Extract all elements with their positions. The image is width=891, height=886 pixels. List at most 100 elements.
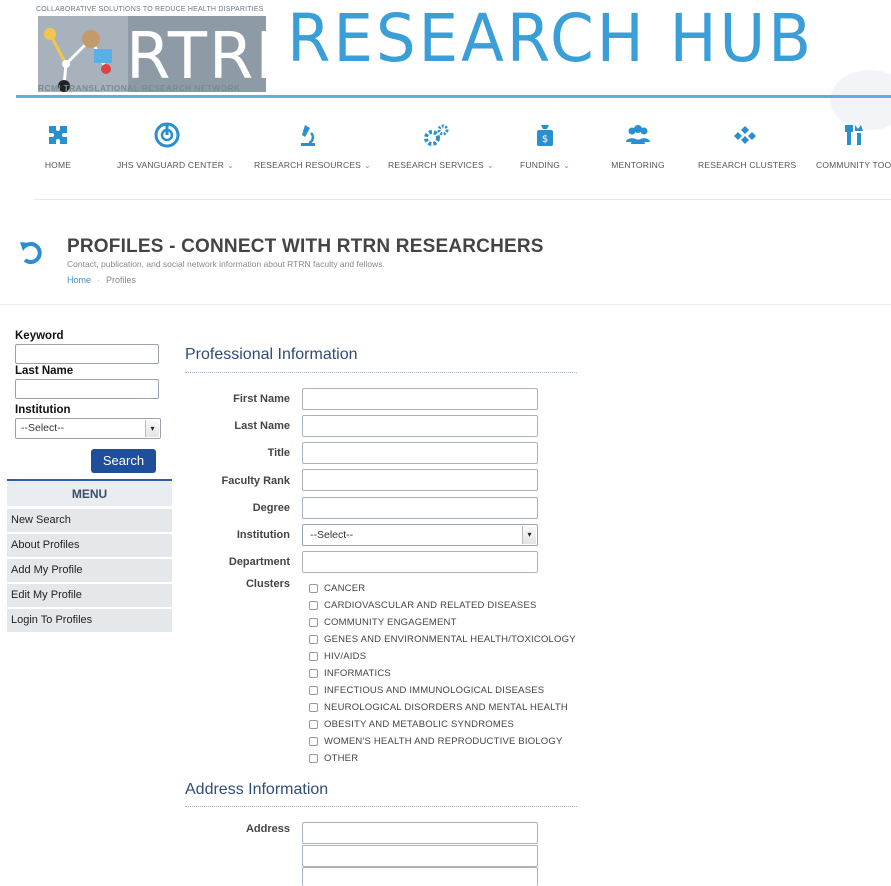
menu-item-about-profiles[interactable]: About Profiles bbox=[7, 534, 172, 557]
back-arrow-icon[interactable] bbox=[18, 238, 46, 266]
nav-research-resources[interactable]: RESEARCH RESOURCES ⌄ bbox=[254, 122, 371, 170]
degree-label: Degree bbox=[252, 502, 290, 514]
cluster-checkbox-cardiovascular[interactable]: CARDIOVASCULAR AND RELATED DISEASES bbox=[309, 600, 537, 611]
chevron-down-icon: ⌄ bbox=[486, 161, 494, 170]
nav-mentoring[interactable]: MENTORING bbox=[610, 122, 666, 170]
checkbox[interactable] bbox=[309, 720, 318, 729]
cluster-checkbox-neurological[interactable]: NEUROLOGICAL DISORDERS AND MENTAL HEALTH bbox=[309, 702, 568, 713]
cluster-label: INFECTIOUS AND IMMUNOLOGICAL DISEASES bbox=[324, 685, 545, 696]
tools-icon bbox=[839, 122, 869, 148]
power-icon bbox=[152, 122, 182, 148]
form-institution-value: --Select-- bbox=[310, 529, 354, 541]
keyword-input[interactable] bbox=[15, 344, 159, 364]
cluster-checkbox-informatics[interactable]: INFORMATICS bbox=[309, 668, 391, 679]
chevron-down-icon: ⌄ bbox=[227, 161, 234, 170]
keyword-label: Keyword bbox=[15, 330, 64, 342]
cluster-label: INFORMATICS bbox=[324, 668, 391, 679]
title-input[interactable] bbox=[302, 442, 538, 464]
nav-research-services[interactable]: RESEARCH SERVICES ⌄ bbox=[388, 122, 494, 170]
nav-label: FUNDING bbox=[520, 160, 561, 170]
gears-icon bbox=[422, 122, 452, 148]
department-input[interactable] bbox=[302, 551, 538, 573]
cluster-checkbox-infectious[interactable]: INFECTIOUS AND IMMUNOLOGICAL DISEASES bbox=[309, 685, 544, 696]
checkbox[interactable] bbox=[309, 686, 318, 695]
microscope-icon bbox=[293, 122, 323, 148]
institution-select[interactable]: --Select-- ▾ bbox=[15, 418, 161, 439]
header-decoration bbox=[830, 70, 891, 130]
form-institution-select[interactable]: --Select-- ▾ bbox=[302, 524, 538, 546]
cluster-checkbox-other[interactable]: OTHER bbox=[309, 753, 358, 764]
breadcrumb-home-link[interactable]: Home bbox=[67, 275, 91, 285]
checkbox[interactable] bbox=[309, 669, 318, 678]
first-name-input[interactable] bbox=[302, 388, 538, 410]
nav-label: MENTORING bbox=[611, 160, 665, 170]
checkbox[interactable] bbox=[309, 618, 318, 627]
chevron-down-icon: ⌄ bbox=[563, 161, 571, 170]
nav-label: HOME bbox=[44, 160, 72, 170]
menu-item-login[interactable]: Login To Profiles bbox=[7, 609, 172, 632]
logo-graphic: RTRN bbox=[38, 16, 303, 94]
nav-funding[interactable]: $ FUNDING ⌄ bbox=[520, 122, 570, 170]
cluster-checkbox-cancer[interactable]: CANCER bbox=[309, 583, 365, 594]
address-line-3-input[interactable] bbox=[302, 867, 538, 886]
page-title: PROFILES - CONNECT WITH RTRN RESEARCHERS bbox=[67, 236, 544, 257]
nav-label: RESEARCH SERVICES bbox=[388, 160, 484, 170]
cluster-checkbox-obesity[interactable]: OBESITY AND METABOLIC SYNDROMES bbox=[309, 719, 514, 730]
cluster-label: OBESITY AND METABOLIC SYNDROMES bbox=[324, 719, 515, 730]
search-button[interactable]: Search bbox=[91, 449, 156, 473]
checkbox[interactable] bbox=[309, 652, 318, 661]
cluster-label: CARDIOVASCULAR AND RELATED DISEASES bbox=[324, 600, 537, 611]
cluster-checkbox-community[interactable]: COMMUNITY ENGAGEMENT bbox=[309, 617, 457, 628]
chevron-down-icon: ⌄ bbox=[364, 161, 371, 170]
checkbox[interactable] bbox=[309, 754, 318, 763]
nav-jhs-vanguard[interactable]: JHS VANGUARD CENTER ⌄ bbox=[117, 122, 234, 170]
logo-subtext: RCMI TRANSLATIONAL RESEARCH NETWORK bbox=[38, 83, 241, 93]
nav-home[interactable]: HOME bbox=[38, 122, 78, 170]
checkbox[interactable] bbox=[309, 584, 318, 593]
institution-label: Institution bbox=[15, 404, 71, 416]
menu-item-new-search[interactable]: New Search bbox=[7, 509, 172, 532]
cluster-checkbox-hiv[interactable]: HIV/AIDS bbox=[309, 651, 366, 662]
svg-text:$: $ bbox=[542, 134, 548, 145]
cluster-icon bbox=[730, 122, 760, 148]
breadcrumb-current: Profiles bbox=[106, 275, 137, 285]
degree-input[interactable] bbox=[302, 497, 538, 519]
cluster-label: NEUROLOGICAL DISORDERS AND MENTAL HEALTH bbox=[324, 702, 568, 713]
first-name-label: First Name bbox=[233, 393, 290, 405]
checkbox[interactable] bbox=[309, 737, 318, 746]
nav-label: JHS VANGUARD CENTER bbox=[117, 160, 225, 170]
institution-select-value: --Select-- bbox=[21, 422, 65, 434]
checkbox[interactable] bbox=[309, 703, 318, 712]
menu-title: MENU bbox=[7, 479, 172, 506]
header-divider bbox=[16, 95, 891, 98]
menu-item-edit-my-profile[interactable]: Edit My Profile bbox=[7, 584, 172, 607]
last-name-field[interactable] bbox=[302, 415, 538, 437]
address-info-heading: Address Information bbox=[185, 781, 329, 798]
nav-research-clusters[interactable]: RESEARCH CLUSTERS bbox=[698, 122, 796, 170]
form-institution-label: Institution bbox=[236, 529, 290, 541]
cluster-checkbox-womens-health[interactable]: WOMEN'S HEALTH AND REPRODUCTIVE BIOLOGY bbox=[309, 736, 563, 747]
cluster-label: GENES AND ENVIRONMENTAL HEALTH/TOXICOLOG… bbox=[324, 634, 576, 645]
department-label: Department bbox=[228, 556, 290, 568]
money-bag-icon: $ bbox=[530, 122, 560, 148]
page-subtitle: Contact, publication, and social network… bbox=[67, 259, 385, 269]
section-divider bbox=[185, 372, 577, 373]
nav-label: RESEARCH RESOURCES bbox=[254, 160, 362, 170]
cluster-label: COMMUNITY ENGAGEMENT bbox=[324, 617, 457, 628]
people-icon bbox=[623, 122, 653, 148]
checkbox[interactable] bbox=[309, 635, 318, 644]
cluster-checkbox-genes[interactable]: GENES AND ENVIRONMENTAL HEALTH/TOXICOLOG… bbox=[309, 634, 576, 645]
menu-item-add-my-profile[interactable]: Add My Profile bbox=[7, 559, 172, 582]
nav-community-tool[interactable]: COMMUNITY TOOL bbox=[814, 122, 891, 170]
last-name-label: Last Name bbox=[234, 420, 290, 432]
puzzle-icon bbox=[43, 122, 73, 148]
checkbox[interactable] bbox=[309, 601, 318, 610]
faculty-rank-label: Faculty Rank bbox=[221, 475, 290, 487]
address-line-2-input[interactable] bbox=[302, 845, 538, 867]
cluster-label: WOMEN'S HEALTH AND REPRODUCTIVE BIOLOGY bbox=[324, 736, 563, 747]
address-line-1-input[interactable] bbox=[302, 822, 538, 844]
faculty-rank-input[interactable] bbox=[302, 469, 538, 491]
address-label: Address bbox=[245, 823, 290, 835]
last-name-input[interactable] bbox=[15, 379, 159, 399]
rtrn-logo[interactable]: RTRN bbox=[36, 14, 303, 94]
